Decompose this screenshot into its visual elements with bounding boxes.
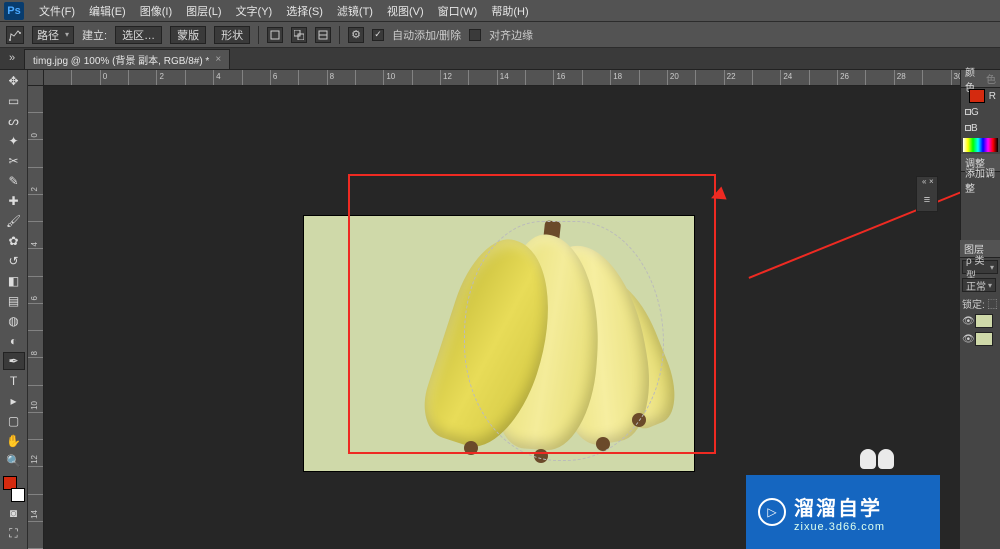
dodge-tool-icon[interactable]: ◐ — [3, 332, 25, 350]
menu-file[interactable]: 文件(F) — [32, 3, 82, 19]
options-bar: 路径 建立: 选区… 蒙版 形状 ⚙ ✓ 自动添加/删除 对齐边缘 — [0, 22, 1000, 48]
auto-add-checkbox[interactable]: ✓ — [372, 29, 384, 41]
layers-panel: 图层 ρ 类型 正常 锁定: ⬚ 👁 👁 — [960, 240, 1000, 549]
path-op-1-icon[interactable] — [267, 27, 283, 43]
brush-tool-icon[interactable]: 🖌 — [3, 212, 25, 230]
layer-row-1[interactable]: 👁 — [960, 312, 1000, 330]
menu-view[interactable]: 视图(V) — [380, 3, 431, 19]
history-panel-icon[interactable]: ≡ — [918, 191, 936, 209]
background-shapes — [860, 449, 894, 469]
stamp-tool-icon[interactable]: ✿ — [3, 232, 25, 250]
close-icon[interactable]: × — [929, 179, 935, 185]
ruler-origin[interactable] — [28, 70, 44, 86]
lock-row: 锁定: ⬚ — [960, 294, 1000, 312]
gear-icon[interactable]: ⚙ — [348, 27, 364, 43]
options-separator — [258, 26, 259, 44]
document-tab-title: timg.jpg @ 100% (背景 副本, RGB/8#) * — [33, 52, 209, 67]
annotation-rectangle — [348, 174, 716, 454]
collapsed-panel-group[interactable]: « × ≡ — [916, 176, 938, 212]
zoom-tool-icon[interactable]: 🔍 — [3, 452, 25, 470]
document-tab[interactable]: timg.jpg @ 100% (背景 副本, RGB/8#) * × — [24, 49, 230, 69]
pen-tool-icon[interactable]: ✒ — [3, 352, 25, 370]
menu-filter[interactable]: 滤镜(T) — [330, 3, 380, 19]
menu-bar: Ps 文件(F) 编辑(E) 图像(I) 图层(L) 文字(Y) 选择(S) 滤… — [0, 0, 1000, 22]
watermark-title: 溜溜自学 — [794, 492, 885, 521]
eraser-tool-icon[interactable]: ◧ — [3, 272, 25, 290]
layer-thumb — [975, 314, 993, 328]
history-brush-tool-icon[interactable]: ↺ — [3, 252, 25, 270]
path-op-3-icon[interactable] — [315, 27, 331, 43]
gradient-tool-icon[interactable]: ▤ — [3, 292, 25, 310]
path-mode-value: 路径 — [37, 27, 59, 43]
active-tool-icon[interactable] — [6, 26, 24, 44]
b-label: B — [971, 123, 978, 134]
color-swatches[interactable] — [3, 476, 25, 502]
type-tool-icon[interactable]: T — [3, 372, 25, 390]
path-mode-select[interactable]: 路径 — [32, 26, 74, 44]
expand-icon[interactable]: « — [922, 179, 928, 185]
color-tab[interactable]: 颜色 色 — [961, 70, 1000, 88]
heal-tool-icon[interactable]: ✚ — [3, 192, 25, 210]
menu-edit[interactable]: 编辑(E) — [82, 3, 133, 19]
visibility-icon[interactable]: 👁 — [962, 334, 975, 345]
panel-fg-swatch[interactable] — [969, 89, 985, 103]
g-label: G — [971, 107, 979, 118]
move-tool-icon[interactable]: ✥ — [3, 72, 25, 90]
layer-filter-select[interactable]: ρ 类型 — [962, 260, 998, 274]
quickmask-icon[interactable]: ◙ — [3, 504, 25, 522]
r-label: R — [989, 91, 996, 102]
marquee-tool-icon[interactable]: ▭ — [3, 92, 25, 110]
panel-head: « × — [917, 179, 937, 189]
align-edges-checkbox[interactable] — [469, 29, 481, 41]
menu-select[interactable]: 选择(S) — [279, 3, 330, 19]
shape-tool-icon[interactable]: ▢ — [3, 412, 25, 430]
app-logo: Ps — [4, 2, 24, 20]
lasso-tool-icon[interactable]: ᔕ — [3, 112, 25, 130]
hand-tool-icon[interactable]: ✋ — [3, 432, 25, 450]
crop-tool-icon[interactable]: ✂ — [3, 152, 25, 170]
menu-layer[interactable]: 图层(L) — [179, 3, 228, 19]
watermark-overlay: ▷ 溜溜自学 zixue.3d66.com — [746, 475, 940, 549]
make-shape-button[interactable]: 形状 — [214, 26, 250, 44]
menu-help[interactable]: 帮助(H) — [484, 3, 535, 19]
layer-thumb — [975, 332, 993, 346]
background-swatch[interactable] — [11, 488, 25, 502]
document-tab-bar: » timg.jpg @ 100% (背景 副本, RGB/8#) * × — [0, 48, 1000, 70]
artboard-viewport: « × ≡ ▷ 溜溜自学 zixue.3d66.com — [44, 86, 980, 549]
make-selection-button[interactable]: 选区… — [115, 26, 162, 44]
make-label: 建立: — [82, 27, 107, 43]
menu-image[interactable]: 图像(I) — [133, 3, 179, 19]
toolbox: ✥ ▭ ᔕ ✦ ✂ ✎ ✚ 🖌 ✿ ↺ ◧ ▤ ◍ ◐ ✒ T ▸ ▢ ✋ 🔍 … — [0, 70, 28, 549]
wand-tool-icon[interactable]: ✦ — [3, 132, 25, 150]
layer-row-2[interactable]: 👁 — [960, 330, 1000, 348]
horizontal-ruler[interactable]: 024681012141618202224262830 — [44, 70, 980, 86]
blend-mode-select[interactable]: 正常 — [962, 278, 996, 292]
watermark-url: zixue.3d66.com — [794, 521, 885, 533]
tab-group-grip[interactable]: » — [0, 47, 24, 69]
canvas-area[interactable]: 024681012141618202224262830 02468101214 — [28, 70, 980, 549]
path-select-tool-icon[interactable]: ▸ — [3, 392, 25, 410]
align-edges-label: 对齐边缘 — [489, 27, 533, 43]
visibility-icon[interactable]: 👁 — [962, 316, 975, 327]
make-mask-button[interactable]: 蒙版 — [170, 26, 206, 44]
options-separator-2 — [339, 26, 340, 44]
right-panel-column: 颜色 色 R G B 调整 添加调整 图层 ρ 类型 正常 锁定: ⬚ 👁 👁 — [960, 70, 1000, 549]
watermark-play-icon: ▷ — [758, 498, 786, 526]
blur-tool-icon[interactable]: ◍ — [3, 312, 25, 330]
auto-add-label: 自动添加/删除 — [392, 27, 461, 43]
main-area: ✥ ▭ ᔕ ✦ ✂ ✎ ✚ 🖌 ✿ ↺ ◧ ▤ ◍ ◐ ✒ T ▸ ▢ ✋ 🔍 … — [0, 70, 1000, 549]
color-spectrum[interactable] — [963, 138, 998, 152]
menu-window[interactable]: 窗口(W) — [431, 3, 485, 19]
screenmode-icon[interactable]: ⛶ — [3, 524, 25, 542]
path-op-2-icon[interactable] — [291, 27, 307, 43]
vertical-ruler[interactable]: 02468101214 — [28, 86, 44, 549]
adjustments-hint: 添加调整 — [961, 172, 1000, 188]
eyedropper-tool-icon[interactable]: ✎ — [3, 172, 25, 190]
close-tab-icon[interactable]: × — [215, 54, 221, 65]
menu-type[interactable]: 文字(Y) — [229, 3, 280, 19]
